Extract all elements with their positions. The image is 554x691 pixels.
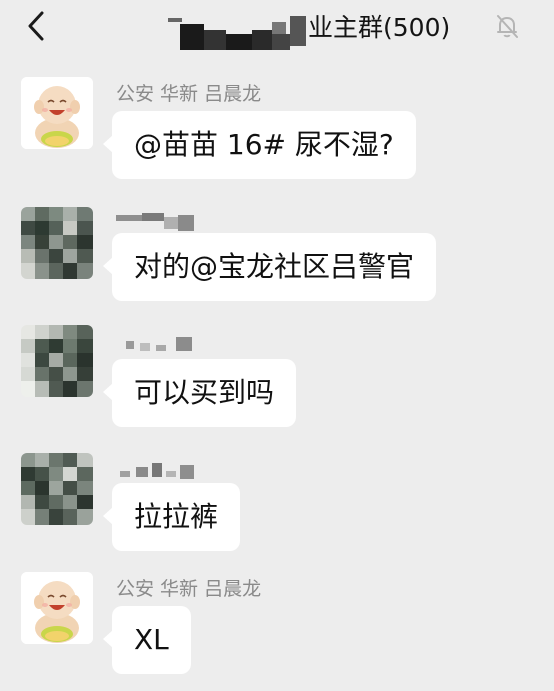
message-item: 公安 华新 吕晨龙 @苗苗 16# 尿不湿? bbox=[0, 77, 554, 187]
bell-muted-icon bbox=[493, 12, 521, 40]
chat-title-text: 业主群(500) bbox=[308, 13, 451, 42]
chat-title: 业主群(500) bbox=[166, 8, 486, 50]
message-bubble[interactable]: XL bbox=[103, 606, 191, 674]
redacted-sender-mosaic bbox=[116, 213, 206, 235]
sender-name: 公安 华新 吕晨龙 bbox=[116, 83, 262, 105]
back-button[interactable] bbox=[20, 8, 56, 44]
chevron-left-icon bbox=[28, 11, 44, 41]
message-bubble[interactable]: @苗苗 16# 尿不湿? bbox=[103, 111, 416, 179]
buddha-avatar[interactable] bbox=[21, 572, 93, 644]
redacted-sender-mosaic bbox=[116, 459, 206, 481]
message-bubble[interactable]: 对的@宝龙社区吕警官 bbox=[102, 233, 437, 301]
message-item: 公安 华新 吕晨龙 XL bbox=[0, 572, 554, 682]
sender-name: 公安 华新 吕晨龙 bbox=[116, 578, 262, 600]
pixelated-avatar[interactable] bbox=[21, 325, 93, 397]
redacted-title-mosaic bbox=[166, 8, 306, 50]
buddha-avatar[interactable] bbox=[21, 77, 93, 149]
message-bubble[interactable]: 可以买到吗 bbox=[102, 359, 297, 427]
redacted-sender-mosaic bbox=[116, 331, 206, 353]
message-item: 对的@宝龙社区吕警官 bbox=[0, 207, 554, 307]
chat-header: 业主群(500) bbox=[0, 0, 554, 56]
message-item: 拉拉裤 bbox=[0, 453, 554, 553]
pixelated-avatar[interactable] bbox=[21, 453, 93, 525]
message-item: 可以买到吗 bbox=[0, 325, 554, 427]
message-bubble[interactable]: 拉拉裤 bbox=[102, 483, 241, 551]
pixelated-avatar[interactable] bbox=[21, 207, 93, 279]
